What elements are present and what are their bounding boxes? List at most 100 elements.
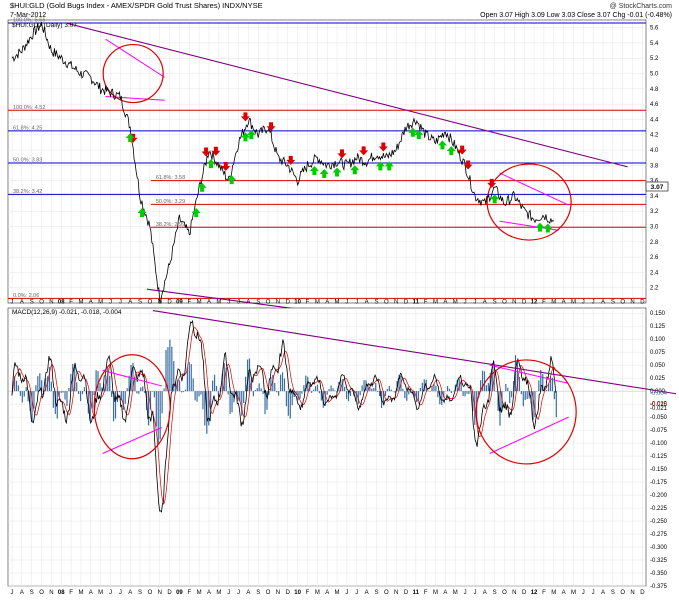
price-tick-label: 4.6 — [650, 102, 659, 108]
histogram-bar — [126, 388, 128, 392]
histogram-bar — [507, 387, 509, 392]
histogram-bar — [520, 391, 522, 395]
histogram-bar — [518, 376, 521, 392]
histogram-bar — [35, 385, 37, 392]
macd-last-value-label: -0.004 — [650, 391, 668, 397]
histogram-bar — [33, 391, 35, 409]
macd-tick-label: -0.050 — [650, 415, 668, 421]
histogram-bar — [274, 382, 276, 392]
histogram-bar — [334, 390, 336, 392]
time-tick-label: J — [11, 300, 14, 306]
histogram-bar — [318, 391, 321, 394]
macd-legend: MACD(12,26,9) -0.021, -0.018, -0.004 — [12, 309, 122, 316]
time-tick-label: D — [640, 590, 645, 596]
histogram-bar — [171, 346, 173, 392]
fib-level-label: 38.2%: 2.99 — [156, 222, 185, 228]
histogram-bar — [526, 391, 528, 399]
histogram-bar — [281, 372, 284, 392]
time-tick-label: N — [394, 300, 398, 306]
time-tick-label: J — [11, 590, 14, 596]
time-tick-label: D — [167, 590, 172, 596]
histogram-bar — [254, 389, 256, 392]
histogram-bar — [198, 391, 200, 397]
histogram-bar — [136, 391, 138, 394]
macd-tick-label: -0.275 — [650, 532, 668, 538]
histogram-bar — [68, 388, 70, 392]
time-tick-label: A — [128, 590, 132, 596]
macd-last-values: -0.004-0.018-0.021 — [650, 391, 668, 412]
histogram-bar — [243, 391, 245, 404]
macd-tick-label: -0.325 — [650, 558, 668, 564]
histogram-bar — [460, 382, 462, 392]
time-tick-label: M — [197, 300, 202, 306]
histogram-bar — [384, 391, 387, 396]
histogram-bar — [314, 386, 317, 392]
histogram-bar — [83, 387, 86, 392]
time-tick-label: A — [601, 300, 605, 306]
time-tick-label: M — [551, 300, 556, 306]
time-tick-label: 12 — [531, 300, 538, 306]
histogram-bar — [262, 391, 264, 394]
fib-level-label: 38.2%: 3.42 — [13, 189, 42, 195]
histogram-bar — [60, 391, 62, 393]
price-tick-label: 2.2 — [650, 286, 659, 292]
time-tick-label: N — [512, 590, 516, 596]
macd-tick-label: -0.300 — [650, 545, 668, 551]
histogram-bar — [128, 375, 130, 392]
histogram-bar — [138, 391, 140, 394]
histogram-bar — [538, 380, 540, 392]
time-tick-label: A — [207, 590, 211, 596]
time-tick-label: M — [453, 590, 458, 596]
time-tick-label: J — [592, 590, 595, 596]
histogram-bar — [417, 391, 420, 401]
time-tick-label: M — [98, 590, 103, 596]
time-tick-label: S — [611, 590, 615, 596]
time-tick-label: A — [246, 300, 250, 306]
histogram-bar — [161, 391, 163, 414]
macd-tick-label: -0.175 — [650, 480, 668, 486]
histogram-bar — [50, 381, 53, 392]
histogram-bar — [200, 391, 202, 395]
time-tick-label: F — [424, 300, 428, 306]
histogram-bar — [159, 391, 161, 440]
price-legend: $HUI:GLD (Daily) 3.07 — [12, 22, 77, 29]
macd-tick-label: 0.075 — [650, 350, 666, 356]
histogram-bar — [144, 391, 146, 393]
histogram-bar — [388, 385, 390, 392]
macd-tick-label: -0.150 — [650, 467, 668, 473]
time-tick-label: F — [69, 590, 73, 596]
histogram-bar — [359, 391, 361, 396]
histogram-bar — [483, 371, 486, 392]
time-tick-label: M — [453, 300, 458, 306]
histogram-bar — [142, 386, 144, 392]
histogram-bar — [406, 391, 408, 401]
time-tick-label: J — [355, 590, 358, 596]
time-tick-label: A — [89, 300, 93, 306]
histogram-bar — [212, 380, 214, 392]
price-tick-label: 2.4 — [650, 270, 659, 276]
histogram-bar — [276, 391, 278, 393]
histogram-bar — [283, 378, 286, 392]
price-macd-chart: $HUI:GLD (Gold Bugs Index - AMEX/SPDR Go… — [7, 1, 677, 596]
time-tick-label: M — [216, 300, 221, 306]
time-tick-label: A — [365, 300, 369, 306]
time-tick-label: F — [542, 300, 546, 306]
fib-level-label: 50.0%: 3.83 — [13, 158, 42, 164]
time-tick-label: O — [384, 590, 389, 596]
histogram-bar — [184, 389, 187, 392]
histogram-bar — [431, 386, 433, 392]
time-tick-label: J — [582, 300, 585, 306]
histogram-bar — [505, 384, 507, 392]
histogram-bar — [311, 391, 313, 393]
histogram-bar — [52, 391, 54, 408]
time-tick-label: N — [630, 300, 634, 306]
time-tick-label: S — [138, 300, 142, 306]
histogram-bar — [390, 389, 392, 392]
histogram-bar — [37, 376, 39, 392]
fib-level-label: 0.0%: 2.06 — [13, 293, 39, 299]
histogram-bar — [371, 388, 373, 392]
price-tick-label: 4.8 — [650, 87, 659, 93]
histogram-bar — [227, 391, 229, 395]
histogram-bar — [553, 391, 555, 400]
time-tick-label: N — [276, 300, 280, 306]
